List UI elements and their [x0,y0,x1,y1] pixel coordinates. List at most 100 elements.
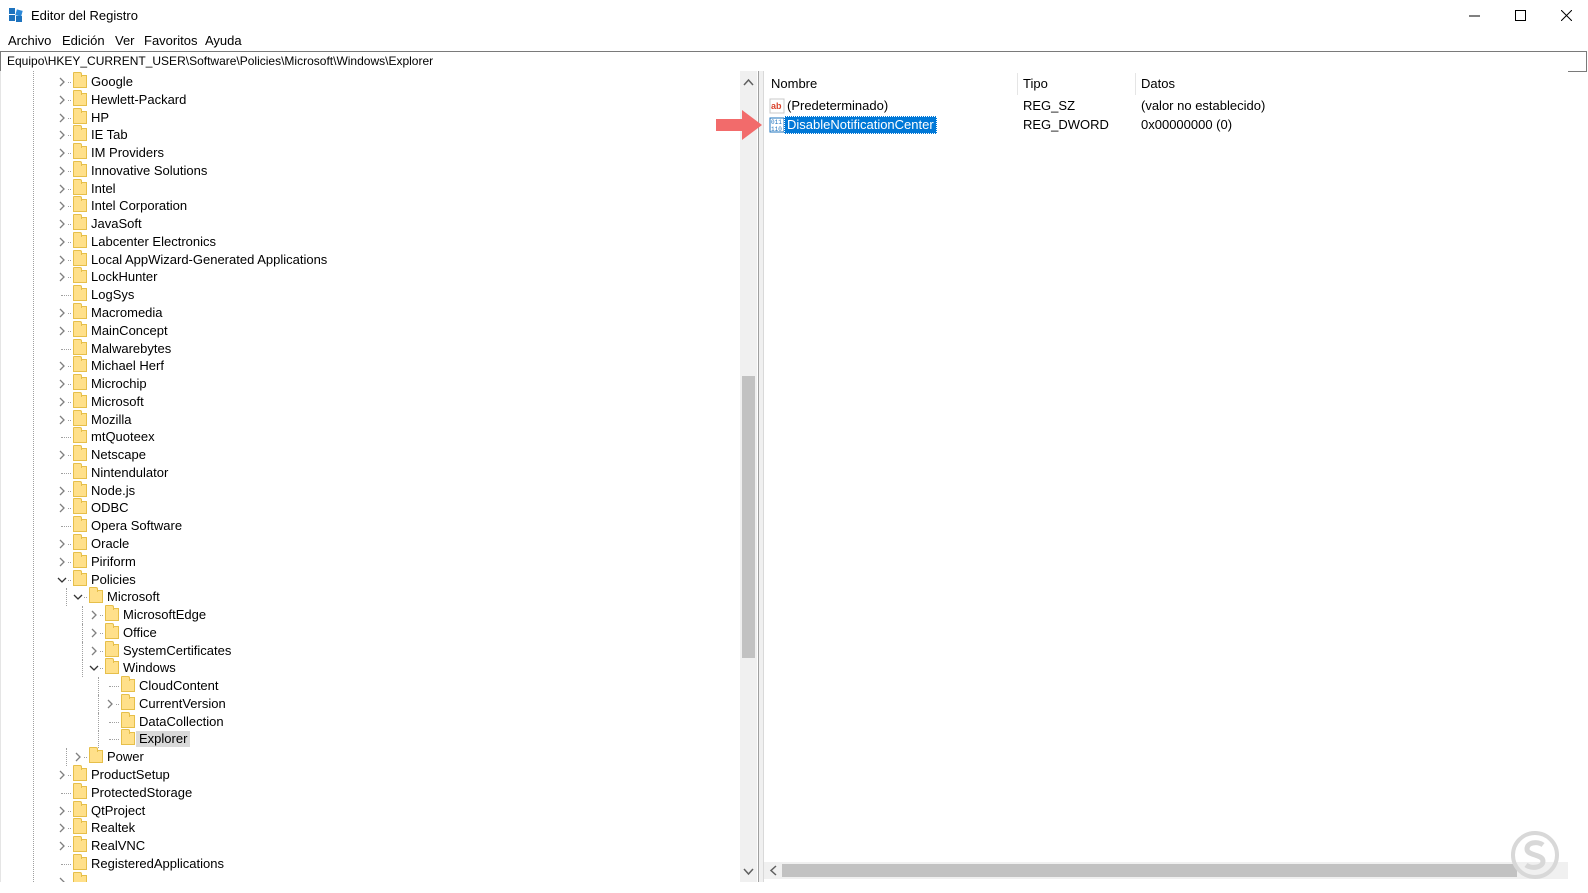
column-header-name[interactable]: Nombre [771,71,817,97]
chevron-right-icon[interactable] [57,271,67,283]
tree-scroll-thumb[interactable] [742,376,755,658]
chevron-right-icon[interactable] [105,698,115,710]
column-divider[interactable] [1135,73,1136,95]
column-header-data[interactable]: Datos [1141,71,1175,97]
chevron-right-icon[interactable] [57,218,67,230]
chevron-right-icon[interactable] [57,200,67,212]
chevron-down-icon[interactable] [73,591,83,603]
tree-node[interactable]: IM Providers [1,143,739,162]
tree-node[interactable]: ODBC [1,498,739,517]
tree-node[interactable]: Hewlett-Packard [1,90,739,109]
tree-node[interactable]: Netscape [1,445,739,464]
tree-node[interactable]: Innovative Solutions [1,161,739,180]
tree-node[interactable]: MainConcept [1,321,739,340]
tree-node[interactable]: Labcenter Electronics [1,232,739,251]
tree-node[interactable]: Microsoft [1,587,739,606]
chevron-right-icon[interactable] [57,147,67,159]
chevron-right-icon[interactable] [57,502,67,514]
chevron-right-icon[interactable] [57,396,67,408]
chevron-right-icon[interactable] [89,627,99,639]
scroll-up-icon[interactable] [743,77,754,88]
menu-favoritos[interactable]: Favoritos [144,33,197,48]
tree-node[interactable]: HP [1,108,739,127]
chevron-right-icon[interactable] [57,94,67,106]
tree-node[interactable]: Office [1,623,739,642]
chevron-right-icon[interactable] [57,822,67,834]
chevron-right-icon[interactable] [57,556,67,568]
tree-node[interactable]: mtQuoteex [1,427,739,446]
scroll-left-icon[interactable] [768,865,779,876]
chevron-right-icon[interactable] [57,76,67,88]
scroll-down-icon[interactable] [743,866,754,877]
tree-node[interactable]: Microchip [1,374,739,393]
tree-node[interactable]: IE Tab [1,125,739,144]
chevron-right-icon[interactable] [57,129,67,141]
tree-node[interactable]: Opera Software [1,516,739,535]
chevron-right-icon[interactable] [57,183,67,195]
chevron-right-icon[interactable] [89,609,99,621]
tree-node[interactable]: DataCollection [1,712,739,731]
chevron-right-icon[interactable] [73,751,83,763]
tree-node[interactable]: Malwarebytes [1,339,739,358]
tree-node[interactable]: Macromedia [1,303,739,322]
tree-node[interactable]: LogSys [1,285,739,304]
menu-edicion[interactable]: Edición [62,33,105,48]
tree-node[interactable]: Nintendulator [1,463,739,482]
tree-node[interactable]: Microsoft [1,392,739,411]
chevron-right-icon[interactable] [57,325,67,337]
tree-node[interactable]: Power [1,747,739,766]
tree-node[interactable]: LockHunter [1,267,739,286]
tree-node[interactable]: Michael Herf [1,356,739,375]
chevron-right-icon[interactable] [57,236,67,248]
tree-node[interactable]: Mozilla [1,410,739,429]
tree-node[interactable]: QtProject [1,801,739,820]
tree-node[interactable]: CurrentVersion [1,694,739,713]
tree-node[interactable]: RealVNC [1,836,739,855]
tree-node[interactable]: Windows [1,658,739,677]
tree-node[interactable]: Realtek [1,818,739,837]
tree-node[interactable]: Google [1,72,739,91]
chevron-right-icon[interactable] [57,449,67,461]
chevron-right-icon[interactable] [57,840,67,852]
chevron-right-icon[interactable] [57,485,67,497]
address-path[interactable]: Equipo\HKEY_CURRENT_USER\Software\Polici… [7,54,433,68]
chevron-right-icon[interactable] [57,805,67,817]
tree-node[interactable]: CloudContent [1,676,739,695]
close-button[interactable] [1543,0,1588,31]
chevron-right-icon[interactable] [57,254,67,266]
tree-node[interactable]: Piriform [1,552,739,571]
menu-ver[interactable]: Ver [115,33,135,48]
tree-node[interactable] [1,872,739,882]
chevron-right-icon[interactable] [57,165,67,177]
chevron-right-icon[interactable] [57,378,67,390]
address-bar[interactable]: Equipo\HKEY_CURRENT_USER\Software\Polici… [0,51,1587,72]
tree-node[interactable]: ProtectedStorage [1,783,739,802]
chevron-right-icon[interactable] [57,414,67,426]
tree-node[interactable]: Policies [1,570,739,589]
tree-node[interactable]: Local AppWizard-Generated Applications [1,250,739,269]
tree-node[interactable]: JavaSoft [1,214,739,233]
menu-ayuda[interactable]: Ayuda [205,33,242,48]
chevron-down-icon[interactable] [57,574,67,586]
chevron-right-icon[interactable] [57,360,67,372]
tree-node[interactable]: MicrosoftEdge [1,605,739,624]
tree-node[interactable]: ProductSetup [1,765,739,784]
minimize-button[interactable] [1451,0,1497,31]
tree-node[interactable]: Node.js [1,481,739,500]
tree-node[interactable]: Oracle [1,534,739,553]
tree-vertical-scrollbar[interactable] [740,71,757,882]
tree-node[interactable]: Intel [1,179,739,198]
chevron-right-icon[interactable] [57,307,67,319]
tree-node[interactable]: RegisteredApplications [1,854,739,873]
chevron-right-icon[interactable] [57,112,67,124]
tree-node[interactable]: Intel Corporation [1,196,739,215]
column-divider[interactable] [1017,73,1018,95]
chevron-right-icon[interactable] [57,769,67,781]
values-scroll-thumb[interactable] [782,864,1517,877]
tree-node[interactable]: Explorer [1,729,739,748]
menu-archivo[interactable]: Archivo [8,33,51,48]
chevron-right-icon[interactable] [89,645,99,657]
chevron-down-icon[interactable] [89,662,99,674]
value-row-selected[interactable]: 011 110 DisableNotificationCenter REG_DW… [764,116,1568,134]
value-row[interactable]: ab (Predeterminado) REG_SZ (valor no est… [764,97,1568,115]
